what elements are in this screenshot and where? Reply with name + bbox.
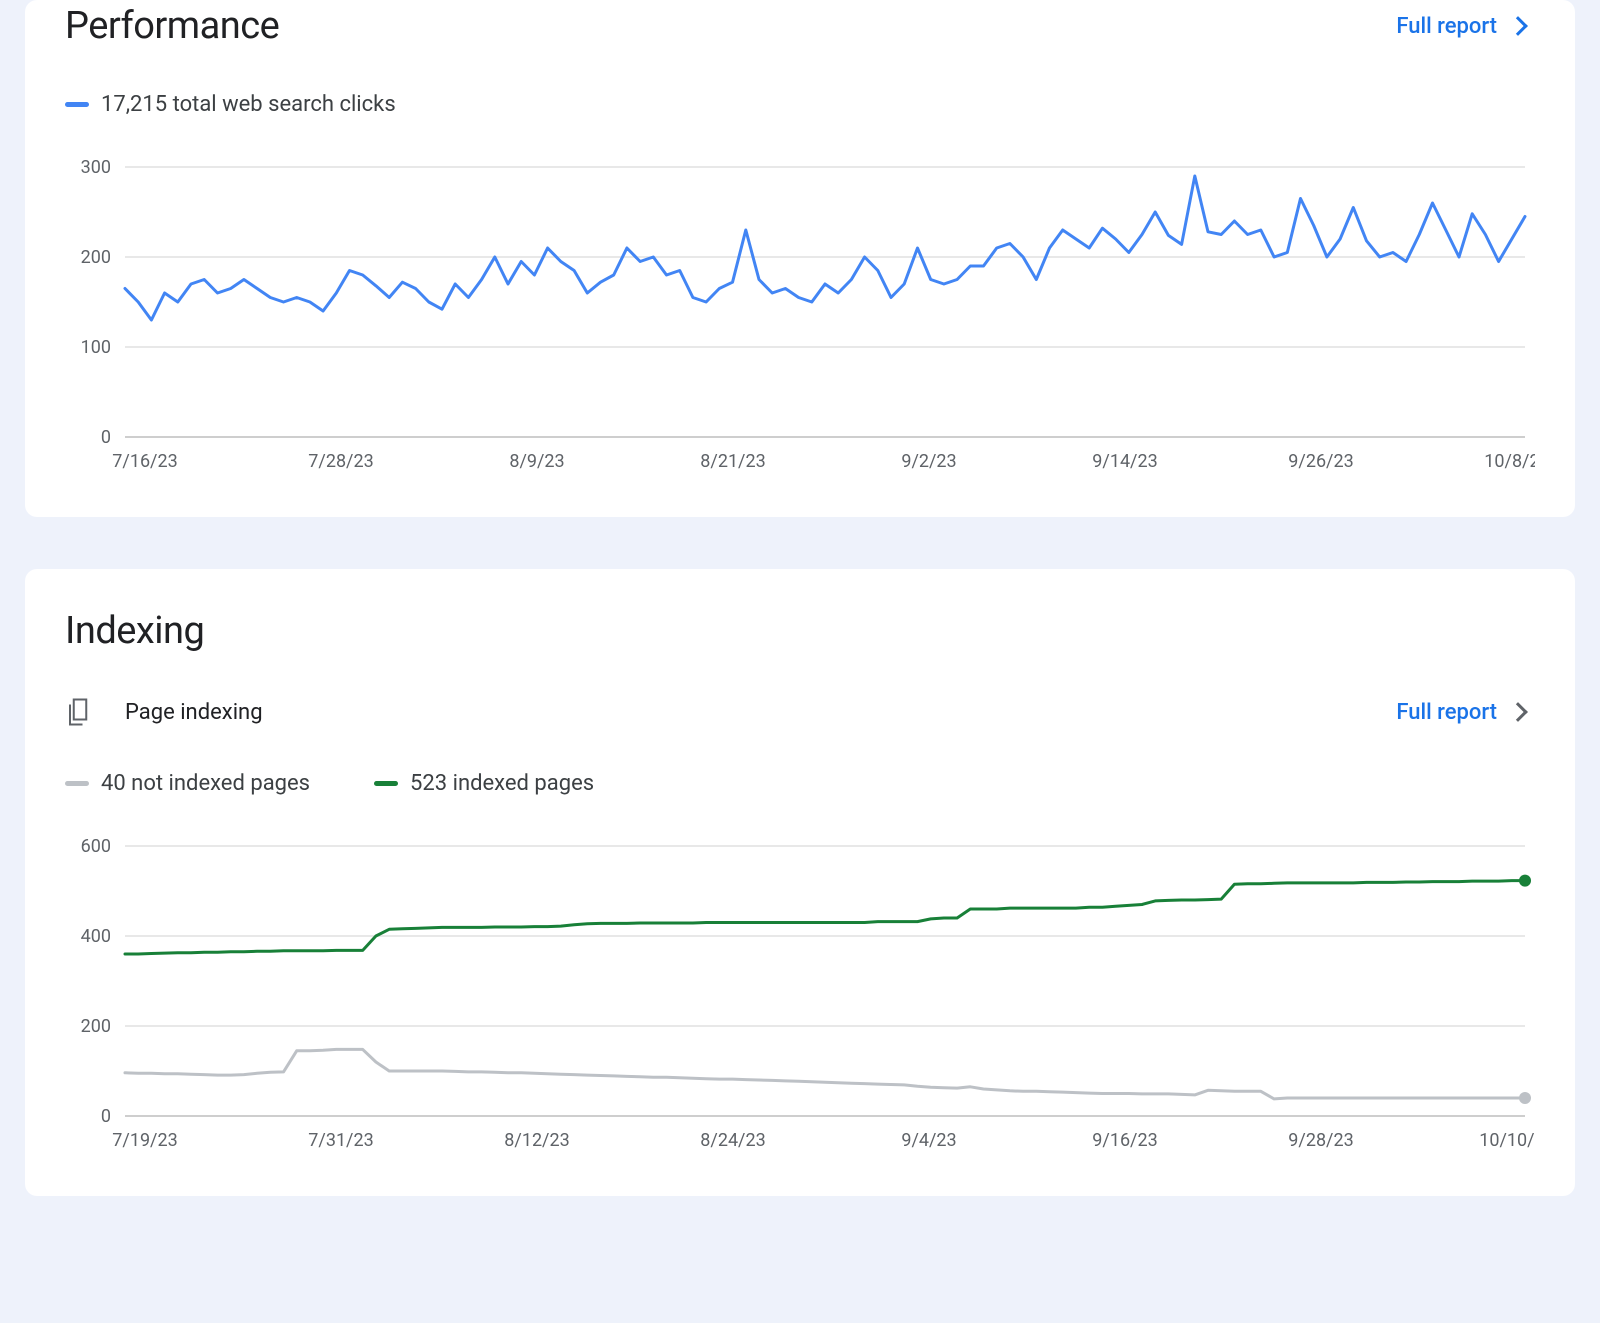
performance-summary-label: 17,215 total web search clicks	[101, 92, 396, 117]
svg-text:9/4/23: 9/4/23	[901, 1130, 956, 1151]
indexing-subheader: Page indexing Full report	[65, 697, 1535, 727]
svg-text:7/28/23: 7/28/23	[308, 451, 373, 472]
performance-card: Performance Full report 17,215 total web…	[25, 0, 1575, 517]
chevron-right-icon	[1508, 16, 1528, 36]
svg-text:0: 0	[101, 427, 111, 448]
legend-swatch-blue	[65, 102, 89, 107]
svg-text:10/8/23: 10/8/23	[1484, 451, 1535, 472]
legend-swatch-grey	[65, 781, 89, 786]
svg-text:200: 200	[81, 247, 111, 268]
performance-title: Performance	[65, 4, 279, 48]
svg-text:8/9/23: 8/9/23	[509, 451, 564, 472]
svg-text:200: 200	[81, 1016, 111, 1037]
svg-text:8/24/23: 8/24/23	[700, 1130, 765, 1151]
performance-chart: 0 100 200 300 7/16/23 7/28/23 8/9/23 8/21/23 9/2…	[65, 157, 1535, 477]
indexing-card: Indexing Page indexing Full report 40 no…	[25, 569, 1575, 1196]
chevron-right-icon	[1508, 702, 1528, 722]
indexing-title: Indexing	[65, 609, 1535, 653]
legend-not-indexed-label: 40 not indexed pages	[101, 771, 310, 796]
svg-text:300: 300	[81, 157, 111, 178]
legend-indexed-label: 523 indexed pages	[410, 771, 594, 796]
svg-text:9/26/23: 9/26/23	[1288, 451, 1353, 472]
svg-text:9/16/23: 9/16/23	[1092, 1130, 1157, 1151]
performance-summary: 17,215 total web search clicks	[65, 92, 1535, 117]
svg-text:600: 600	[81, 836, 111, 857]
full-report-label: Full report	[1396, 700, 1497, 725]
svg-text:400: 400	[81, 926, 111, 947]
svg-text:7/19/23: 7/19/23	[112, 1130, 177, 1151]
indexing-legend-row: 40 not indexed pages 523 indexed pages	[65, 771, 1535, 796]
indexing-line-chart: 0 200 400 600 7/19/23 7/31/23 8/12/23 8/24/23 9/…	[65, 836, 1535, 1156]
indexing-chart: 0 200 400 600 7/19/23 7/31/23 8/12/23 8/24/23 9/…	[65, 836, 1535, 1156]
svg-text:9/2/23: 9/2/23	[901, 451, 956, 472]
performance-line-chart: 0 100 200 300 7/16/23 7/28/23 8/9/23 8/21/23 9/2…	[65, 157, 1535, 477]
svg-text:10/10/23: 10/10/23	[1479, 1130, 1535, 1151]
svg-text:9/14/23: 9/14/23	[1092, 451, 1157, 472]
page-icon	[65, 697, 95, 727]
page-indexing-heading: Page indexing	[65, 697, 263, 727]
svg-text:8/12/23: 8/12/23	[504, 1130, 569, 1151]
legend-not-indexed: 40 not indexed pages	[65, 771, 310, 796]
svg-text:0: 0	[101, 1106, 111, 1127]
performance-full-report-link[interactable]: Full report	[1396, 14, 1535, 39]
page-indexing-label: Page indexing	[125, 700, 263, 725]
performance-header: Performance Full report	[65, 0, 1535, 48]
legend-indexed: 523 indexed pages	[374, 771, 594, 796]
svg-text:8/21/23: 8/21/23	[700, 451, 765, 472]
svg-text:9/28/23: 9/28/23	[1288, 1130, 1353, 1151]
svg-text:7/16/23: 7/16/23	[112, 451, 177, 472]
full-report-label: Full report	[1396, 14, 1497, 39]
indexing-full-report-link[interactable]: Full report	[1396, 700, 1535, 725]
legend-swatch-green	[374, 781, 398, 786]
svg-text:7/31/23: 7/31/23	[308, 1130, 373, 1151]
svg-text:100: 100	[81, 337, 111, 358]
